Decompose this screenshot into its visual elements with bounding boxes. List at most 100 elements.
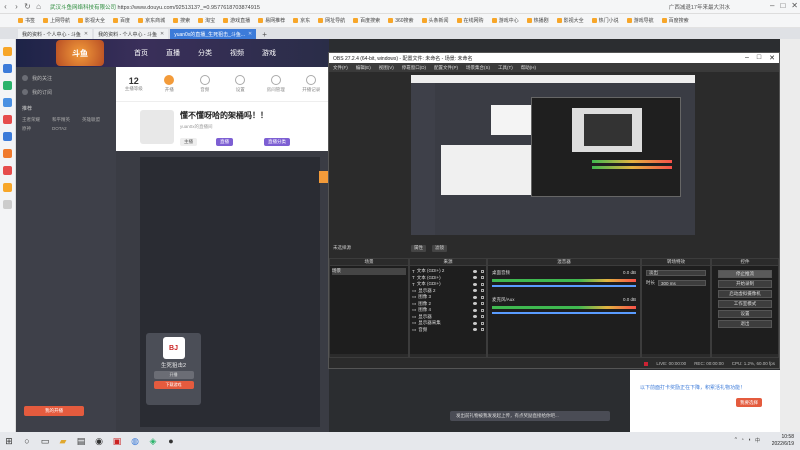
transition-select[interactable]: 淡出 — [646, 270, 706, 276]
back-icon[interactable]: ‹ — [0, 2, 11, 11]
bookmark-item[interactable]: 热播剧 — [526, 17, 549, 24]
home-icon[interactable]: ⌂ — [33, 2, 44, 11]
tab-0[interactable]: 我的资料 - 个人中心 - 斗鱼 ✕ — [18, 29, 93, 39]
stat-live[interactable]: 开播 — [152, 75, 188, 93]
room-tag[interactable]: 直播 — [216, 138, 233, 146]
start-live-button[interactable]: 我的开播 — [24, 406, 84, 416]
app-icon[interactable]: ▣ — [108, 432, 126, 450]
nav-game[interactable]: 游戏 — [262, 48, 276, 58]
steam-icon[interactable]: ◉ — [90, 432, 108, 450]
volume-slider[interactable] — [492, 285, 636, 287]
star-icon[interactable] — [3, 47, 12, 56]
minimize-icon[interactable]: – — [745, 54, 749, 62]
lock-icon[interactable] — [481, 308, 484, 312]
visibility-icon[interactable] — [473, 308, 477, 312]
clock[interactable]: 10:58 2022/6/19 — [772, 434, 794, 448]
bookmark-item[interactable]: 上网导航 — [43, 17, 70, 24]
tab-close-icon[interactable]: ✕ — [248, 31, 252, 37]
bookmark-item[interactable]: 影视大全 — [556, 17, 584, 24]
game-icon[interactable] — [3, 149, 12, 158]
nav-home[interactable]: 首页 — [134, 48, 148, 58]
bookmark-item[interactable]: 360搜索 — [388, 17, 414, 24]
bookmark-item[interactable]: 热门小说 — [591, 17, 619, 24]
lock-icon[interactable] — [481, 315, 484, 319]
lock-icon[interactable] — [481, 289, 484, 293]
bookmark-item[interactable]: 京东 — [293, 17, 310, 24]
filters-button[interactable]: 滤镜 — [432, 244, 447, 252]
visibility-icon[interactable] — [473, 295, 477, 299]
maximize-icon[interactable]: □ — [757, 54, 761, 62]
ime-icon[interactable]: 中 — [755, 437, 760, 444]
close-icon[interactable]: ✕ — [791, 1, 798, 10]
news-icon[interactable] — [3, 166, 12, 175]
room-tag[interactable]: 直播分类 — [264, 138, 290, 146]
room-tag[interactable]: 主播 — [180, 138, 197, 146]
bookmark-item[interactable]: 游戏导航 — [626, 17, 654, 24]
bookmark-item[interactable]: 搜索 — [173, 17, 190, 24]
bookmark-item[interactable]: 百度 — [113, 17, 130, 24]
menu-file[interactable]: 文件(F) — [333, 65, 348, 71]
visibility-icon[interactable] — [473, 276, 477, 280]
bookmark-item[interactable]: 游戏中心 — [491, 17, 519, 24]
studio-mode-button[interactable]: 工作室模式 — [718, 300, 772, 308]
menu-view[interactable]: 视图(V) — [379, 65, 394, 71]
side-item-follow[interactable]: 我的关注 — [16, 71, 116, 85]
stat-room-manage[interactable]: 房间管理 — [258, 75, 294, 93]
bookmark-item[interactable]: 网址导航 — [318, 17, 345, 24]
chat-icon[interactable] — [3, 81, 12, 90]
bookmark-item[interactable]: 书签 — [18, 17, 35, 24]
exit-button[interactable]: 退出 — [718, 320, 772, 328]
url-field[interactable]: 武汉斗鱼网络科技有限公司 https://www.douyu.com/92513… — [50, 3, 260, 11]
volume-slider[interactable] — [492, 312, 636, 314]
start-recording-button[interactable]: 开始录制 — [718, 280, 772, 288]
category-link[interactable]: DOTA2 — [52, 126, 80, 132]
obs-preview[interactable] — [411, 75, 695, 235]
maximize-icon[interactable]: □ — [780, 1, 785, 10]
obs-icon[interactable]: ● — [162, 432, 180, 450]
nav-video[interactable]: 视频 — [230, 48, 244, 58]
bookmark-item[interactable]: 头条新闻 — [421, 17, 449, 24]
menu-edit[interactable]: 编辑(E) — [356, 65, 371, 71]
lock-icon[interactable] — [481, 269, 484, 273]
lock-icon[interactable] — [481, 302, 484, 306]
source-item[interactable]: ▭ 音频 — [412, 327, 484, 334]
video-icon[interactable] — [3, 115, 12, 124]
visibility-icon[interactable] — [473, 321, 477, 325]
cloud-icon[interactable] — [3, 132, 12, 141]
chat-action-button[interactable]: 我要选择 — [736, 398, 762, 407]
notice-bar[interactable]: 发出前礼物被我发发起上传，有点奖励直接给你吧... — [450, 411, 610, 421]
room-avatar[interactable] — [140, 110, 174, 144]
menu-profile[interactable]: 配置文件(P) — [434, 65, 458, 71]
close-icon[interactable]: ✕ — [769, 54, 775, 62]
bookmark-item[interactable]: 百度搜索 — [353, 17, 380, 24]
category-link[interactable]: 原神 — [22, 126, 50, 132]
visibility-icon[interactable] — [473, 282, 477, 286]
file-explorer-icon[interactable]: ▰ — [54, 432, 72, 450]
duration-field[interactable]: 300 ms — [658, 280, 706, 286]
bookmark-item[interactable]: 影视大全 — [78, 17, 105, 24]
nav-category[interactable]: 分类 — [198, 48, 212, 58]
start-icon[interactable]: ⊞ — [0, 432, 18, 450]
scene-item[interactable]: 场景 — [332, 268, 406, 275]
search-hint[interactable]: 广西减退17年来最大洪水 — [669, 3, 730, 11]
refresh-icon[interactable]: ↻ — [22, 2, 33, 11]
bookmark-item[interactable]: 游戏直播 — [223, 17, 250, 24]
volume-icon[interactable]: ◖ — [748, 437, 751, 444]
new-tab-button[interactable]: + — [258, 30, 271, 39]
game-live-button[interactable]: 开播 — [153, 371, 194, 379]
stat-level[interactable]: 12 主播等级 — [116, 76, 152, 92]
bookmark-item[interactable]: 淘宝 — [198, 17, 215, 24]
menu-tools[interactable]: 工具(T) — [498, 65, 513, 71]
browser-icon[interactable]: ◍ — [126, 432, 144, 450]
lock-icon[interactable] — [481, 328, 484, 332]
more-icon[interactable] — [3, 200, 12, 209]
douyu-logo[interactable]: 斗鱼 — [56, 40, 104, 66]
chevron-up-icon[interactable]: ^ — [735, 437, 737, 444]
tab-close-icon[interactable]: ✕ — [160, 31, 164, 37]
bookmark-item[interactable]: 京东商城 — [138, 17, 165, 24]
bookmark-item[interactable]: 在线网购 — [456, 17, 484, 24]
lock-icon[interactable] — [481, 321, 484, 325]
visibility-icon[interactable] — [473, 289, 477, 293]
menu-docks[interactable]: 停靠窗口(D) — [402, 65, 426, 71]
search-icon[interactable]: ○ — [18, 432, 36, 450]
